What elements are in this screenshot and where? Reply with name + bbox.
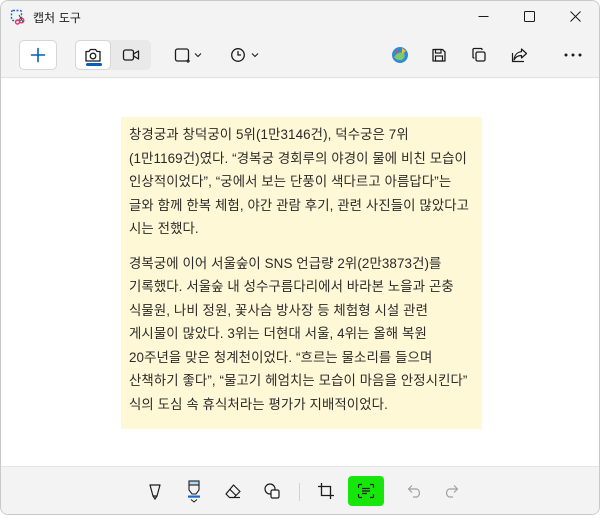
eraser-button[interactable] [215,476,251,506]
screenshot-mode-button[interactable] [75,40,111,70]
minimize-button[interactable] [460,1,506,32]
captured-paragraph-1: 창경궁과 창덕궁이 5위(1만3146건), 덕수궁은 7위(1만1169건)였… [129,127,470,236]
title-bar: 캡처 도구 [1,1,599,32]
edit-in-paint-button[interactable] [384,40,416,70]
text-actions-button[interactable] [348,476,384,506]
redo-icon [445,485,459,498]
chevron-down-icon [194,53,202,58]
captured-paragraph-2: 경복궁에 이어 서울숲이 SNS 언급량 2위(2만3873건)를 기록했다. … [129,255,468,412]
close-icon [569,11,581,22]
toolbar-divider [299,483,300,501]
paint-icon [392,47,408,63]
markup-toolbar [1,466,599,514]
timer-icon [231,48,259,62]
minimize-icon [478,16,488,17]
highlighter-button[interactable] [176,476,212,506]
copy-icon [472,47,486,62]
ballpoint-pen-icon [149,484,161,500]
text-actions-icon [357,483,375,499]
timer-dropdown[interactable] [225,40,267,70]
highlighter-icon [188,480,200,503]
save-icon [432,48,446,62]
top-toolbar [1,32,599,78]
ballpoint-pen-button[interactable] [137,476,173,506]
more-icon [564,53,582,57]
shapes-button[interactable] [254,476,290,506]
plus-icon [30,47,46,63]
share-icon [511,48,527,63]
maximize-button[interactable] [506,1,552,32]
new-snip-button[interactable] [19,40,57,70]
snipping-tool-app-icon [10,9,26,25]
captured-image: 창경궁과 창덕궁이 5위(1만3146건), 덕수궁은 7위(1만1169건)였… [121,117,482,429]
eraser-icon [225,484,241,499]
save-button[interactable] [423,40,455,70]
undo-button[interactable] [397,476,433,506]
snip-shape-dropdown[interactable] [169,40,209,70]
crop-button[interactable] [308,476,344,506]
copy-button[interactable] [463,40,495,70]
video-icon [122,49,140,61]
close-button[interactable] [552,1,598,32]
snipping-tool-window: 캡처 도구 창경궁과 창덕궁이 5위(1만3146건), 덕수궁은 7위(1만1… [0,0,600,515]
redo-button[interactable] [433,476,469,506]
capture-mode-toggle [75,40,151,70]
snip-shape-icon [174,48,202,63]
capture-canvas[interactable]: 창경궁과 창덕궁이 5위(1만3146건), 덕수궁은 7위(1만1169건)였… [1,79,599,466]
crop-icon [318,483,334,499]
maximize-icon [523,11,535,22]
window-title: 캡처 도구 [33,11,81,25]
more-options-button[interactable] [557,40,589,70]
shapes-icon [264,483,280,499]
undo-icon [407,485,421,498]
active-mode-indicator [86,63,102,66]
share-button[interactable] [503,40,535,70]
camera-icon [85,48,101,62]
video-mode-button[interactable] [113,40,149,70]
